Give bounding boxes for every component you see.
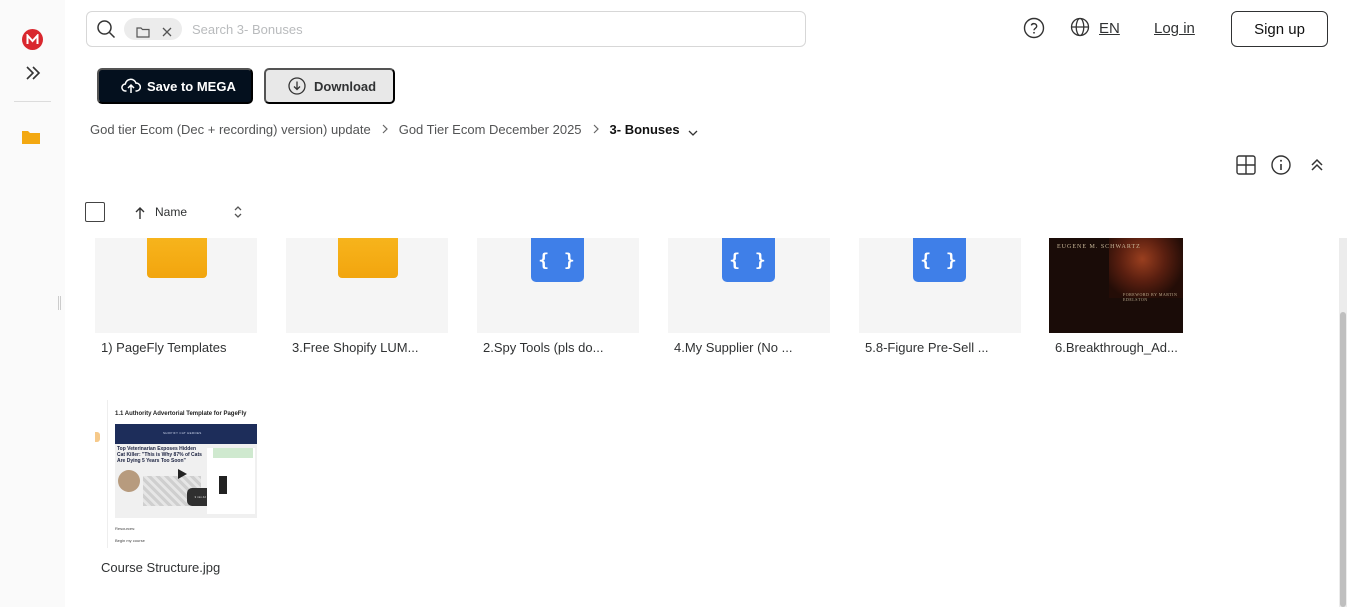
save-to-mega-label: Save to MEGA (147, 78, 236, 94)
thumb-footer: Begin my course (115, 538, 145, 543)
video-topbar: SHOPIFY CAT HEROES (115, 424, 257, 444)
list-header: Name (85, 202, 285, 222)
code-file-icon: { } (531, 238, 584, 282)
breadcrumb-item[interactable]: God Tier Ecom December 2025 (399, 122, 582, 137)
rail-divider (14, 101, 51, 102)
code-file-icon: { } (722, 238, 775, 282)
edge-graphic (95, 432, 100, 442)
item-label: 6.Breakthrough_Ad... (1055, 340, 1178, 355)
close-icon[interactable] (161, 23, 173, 37)
globe-icon[interactable] (1070, 17, 1090, 37)
mega-logo-icon[interactable] (22, 29, 43, 50)
thumbnail: { } (477, 238, 639, 333)
thumbnail (95, 238, 257, 333)
item-label: Course Structure.jpg (101, 560, 221, 575)
side-ad (207, 448, 255, 514)
play-icon (178, 469, 187, 479)
signup-button[interactable]: Sign up (1231, 11, 1328, 47)
item-label: 2.Spy Tools (pls do... (483, 340, 604, 355)
thumbnail: { } (668, 238, 830, 333)
cat-image (118, 470, 140, 492)
side-ad-banner (213, 448, 253, 458)
item-label: 3.Free Shopify LUM... (292, 340, 419, 355)
expand-sidebar-icon[interactable] (22, 63, 44, 83)
thumbnail: { } (859, 238, 1021, 333)
grid-view-icon[interactable] (1235, 154, 1257, 176)
item-label: 1) PageFly Templates (101, 340, 227, 355)
side-ad-product (219, 476, 227, 494)
thumbnail (286, 238, 448, 333)
breadcrumb-item[interactable]: God tier Ecom (Dec + recording) version)… (90, 122, 371, 137)
advertorial-preview: Top Veterinarian Exposes Hidden Cat Kill… (115, 444, 257, 518)
breadcrumb: God tier Ecom (Dec + recording) version)… (90, 120, 698, 138)
chevron-right-icon (371, 124, 399, 134)
login-link[interactable]: Log in (1154, 20, 1195, 37)
main-panel: EN Log in Sign up Save to MEGA Download … (65, 0, 1360, 607)
breadcrumb-current[interactable]: 3- Bonuses (610, 122, 680, 137)
file-grid: 1) PageFly Templates 3.Free Shopify LUM.… (65, 238, 1345, 607)
scrollbar-thumb[interactable] (1340, 312, 1346, 607)
search-input[interactable] (192, 19, 792, 39)
chevron-down-icon[interactable] (688, 125, 698, 136)
left-rail (0, 0, 65, 607)
cloud-upload-icon (121, 77, 142, 95)
book-cover-thumbnail: EUGENE M. SCHWARTZ FOREWORD BY MARTIN ED… (1049, 238, 1183, 333)
folder-icon (147, 238, 207, 278)
info-icon[interactable] (1270, 154, 1292, 176)
course-structure-thumbnail: 1.1 Authority Advertorial Template for P… (95, 392, 257, 552)
folder-icon (338, 238, 398, 278)
app-window: EN Log in Sign up Save to MEGA Download … (0, 0, 1360, 607)
thumb-headline: Top Veterinarian Exposes Hidden Cat Kill… (117, 446, 202, 464)
thumb-bar-text: SHOPIFY CAT HEROES (163, 431, 202, 435)
help-circle-icon[interactable] (1023, 17, 1045, 39)
language-selector[interactable]: EN (1099, 20, 1120, 37)
code-file-icon: { } (913, 238, 966, 282)
rail-resize-handle[interactable] (58, 296, 61, 310)
chevron-right-icon (582, 124, 610, 134)
select-all-checkbox[interactable] (85, 202, 105, 222)
book-foreword: FOREWORD BY MARTIN EDELSTON (1123, 292, 1178, 302)
item-label: 4.My Supplier (No ... (674, 340, 793, 355)
save-to-mega-button[interactable]: Save to MEGA (97, 68, 253, 104)
download-label: Download (314, 78, 377, 94)
search-scope-chip[interactable] (124, 18, 182, 40)
book-author: EUGENE M. SCHWARTZ (1057, 244, 1141, 250)
sort-ascending-icon[interactable] (134, 205, 146, 219)
cloud-drive-folder-icon[interactable] (20, 126, 42, 148)
video-preview: SHOPIFY CAT HEROES Top Veterinarian Expo… (115, 424, 257, 518)
column-name-header[interactable]: Name (155, 205, 187, 219)
download-button[interactable]: Download (264, 68, 395, 104)
thumb-title: 1.1 Authority Advertorial Template for P… (115, 411, 247, 417)
search-icon (96, 19, 116, 39)
search-bar[interactable] (86, 11, 806, 47)
download-icon (288, 77, 306, 95)
collapse-icon[interactable] (1306, 154, 1328, 176)
item-label: 5.8-Figure Pre-Sell ... (865, 340, 989, 355)
folder-icon (136, 23, 150, 38)
scrollbar[interactable] (1339, 238, 1347, 607)
thumb-footer: Resources: (115, 526, 136, 531)
sort-toggle-icon[interactable] (233, 204, 243, 220)
